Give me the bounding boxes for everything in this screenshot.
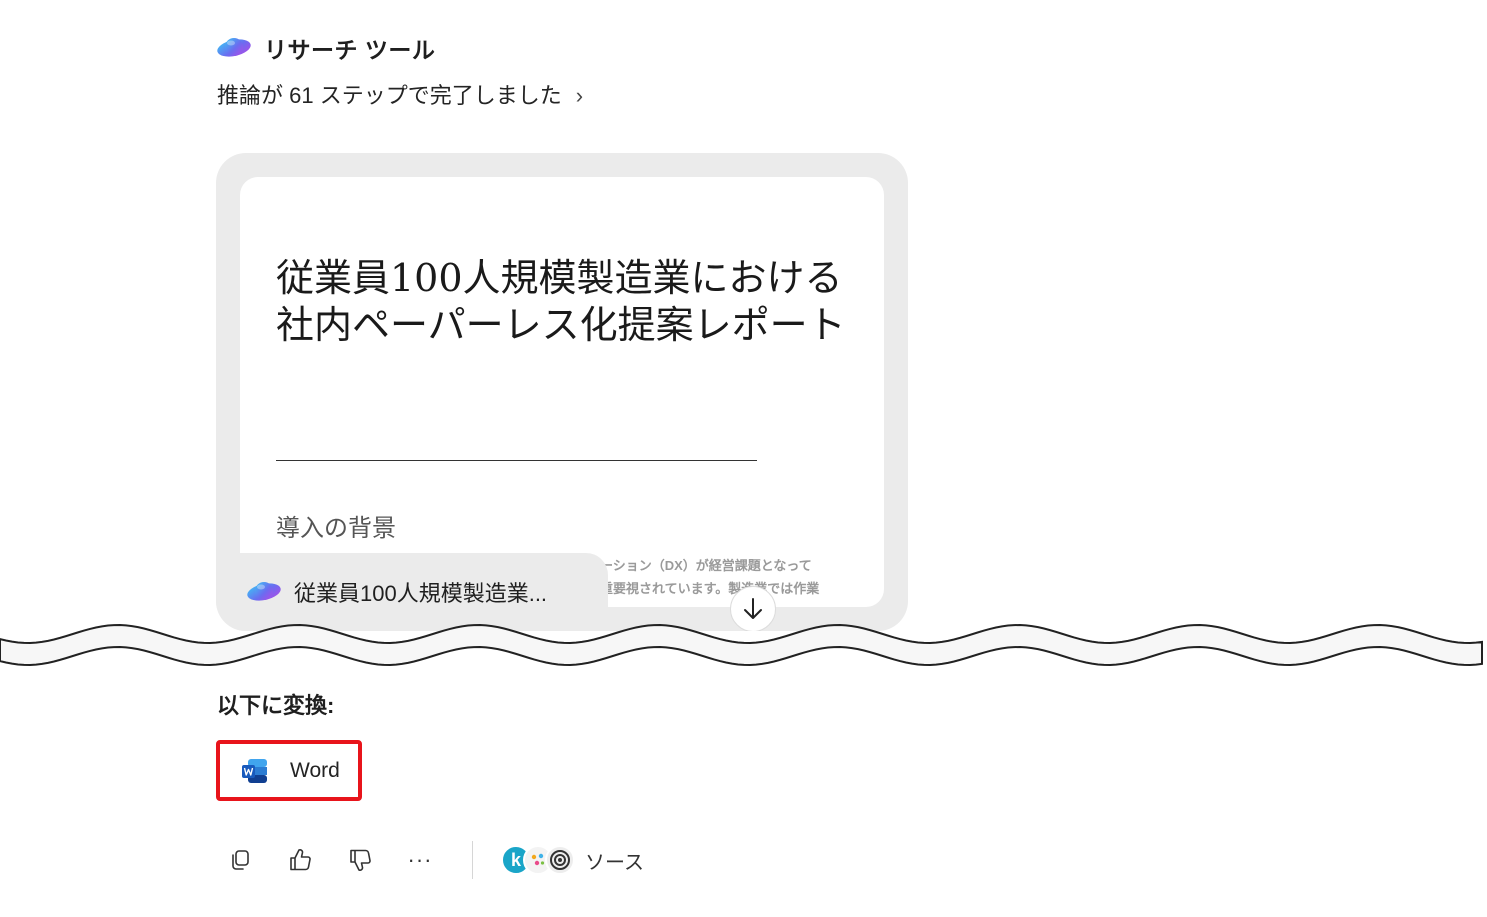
body-line: ーション（DX）が経営課題となって	[600, 558, 812, 573]
document-body-text: ーション（DX）が経営課題となって 重要視されています。製造業では作業	[600, 554, 850, 600]
convert-word-button[interactable]: Word	[216, 740, 362, 801]
source-avatars: k	[501, 845, 575, 875]
document-title: 従業員100人規模製造業における社内ペーパーレス化提案レポート	[276, 256, 846, 347]
copilot-orb-icon	[247, 582, 281, 601]
thumbs-down-icon	[350, 849, 371, 871]
reasoning-steps-toggle[interactable]: 推論が 61 ステップで完了しました ›	[217, 78, 583, 110]
response-actions: ··· k ソース	[222, 840, 644, 880]
thumbs-up-icon	[290, 849, 311, 871]
sources-label: ソース	[585, 851, 644, 874]
document-file-name: 従業員100人規模製造業...	[294, 581, 548, 606]
convert-to-label: 以下に変換:	[217, 693, 335, 718]
chat-response: リサーチ ツール 推論が 61 ステップで完了しました › 従業員100人規模製…	[0, 0, 1487, 917]
body-line: 重要視されています。製造業では作業	[600, 581, 820, 596]
word-icon	[242, 758, 267, 783]
tool-title: リサーチ ツール	[264, 37, 436, 63]
thumbs-down-button[interactable]	[342, 842, 378, 878]
section-heading: 導入の背景	[276, 514, 396, 542]
reasoning-steps-text: 推論が 61 ステップで完了しました	[217, 83, 562, 108]
torn-edge-divider	[0, 624, 1483, 666]
title-divider	[276, 460, 757, 461]
sources-button[interactable]: k ソース	[501, 845, 644, 875]
research-tool-header: リサーチ ツール	[216, 31, 435, 65]
chevron-right-icon: ›	[575, 83, 584, 108]
word-label: Word	[290, 758, 340, 782]
document-preview-card[interactable]: 従業員100人規模製造業における社内ペーパーレス化提案レポート 導入の背景 ーシ…	[216, 153, 908, 631]
more-options-button[interactable]: ···	[402, 842, 438, 878]
action-divider	[472, 841, 473, 879]
copy-button[interactable]	[222, 842, 258, 878]
copilot-orb-icon	[217, 38, 251, 57]
source-avatar	[545, 845, 575, 875]
document-preview: 従業員100人規模製造業における社内ペーパーレス化提案レポート 導入の背景 ーシ…	[240, 177, 884, 607]
thumbs-up-button[interactable]	[282, 842, 318, 878]
colorful-dots-icon	[531, 853, 545, 866]
target-icon	[550, 850, 570, 870]
copy-icon	[232, 850, 249, 870]
